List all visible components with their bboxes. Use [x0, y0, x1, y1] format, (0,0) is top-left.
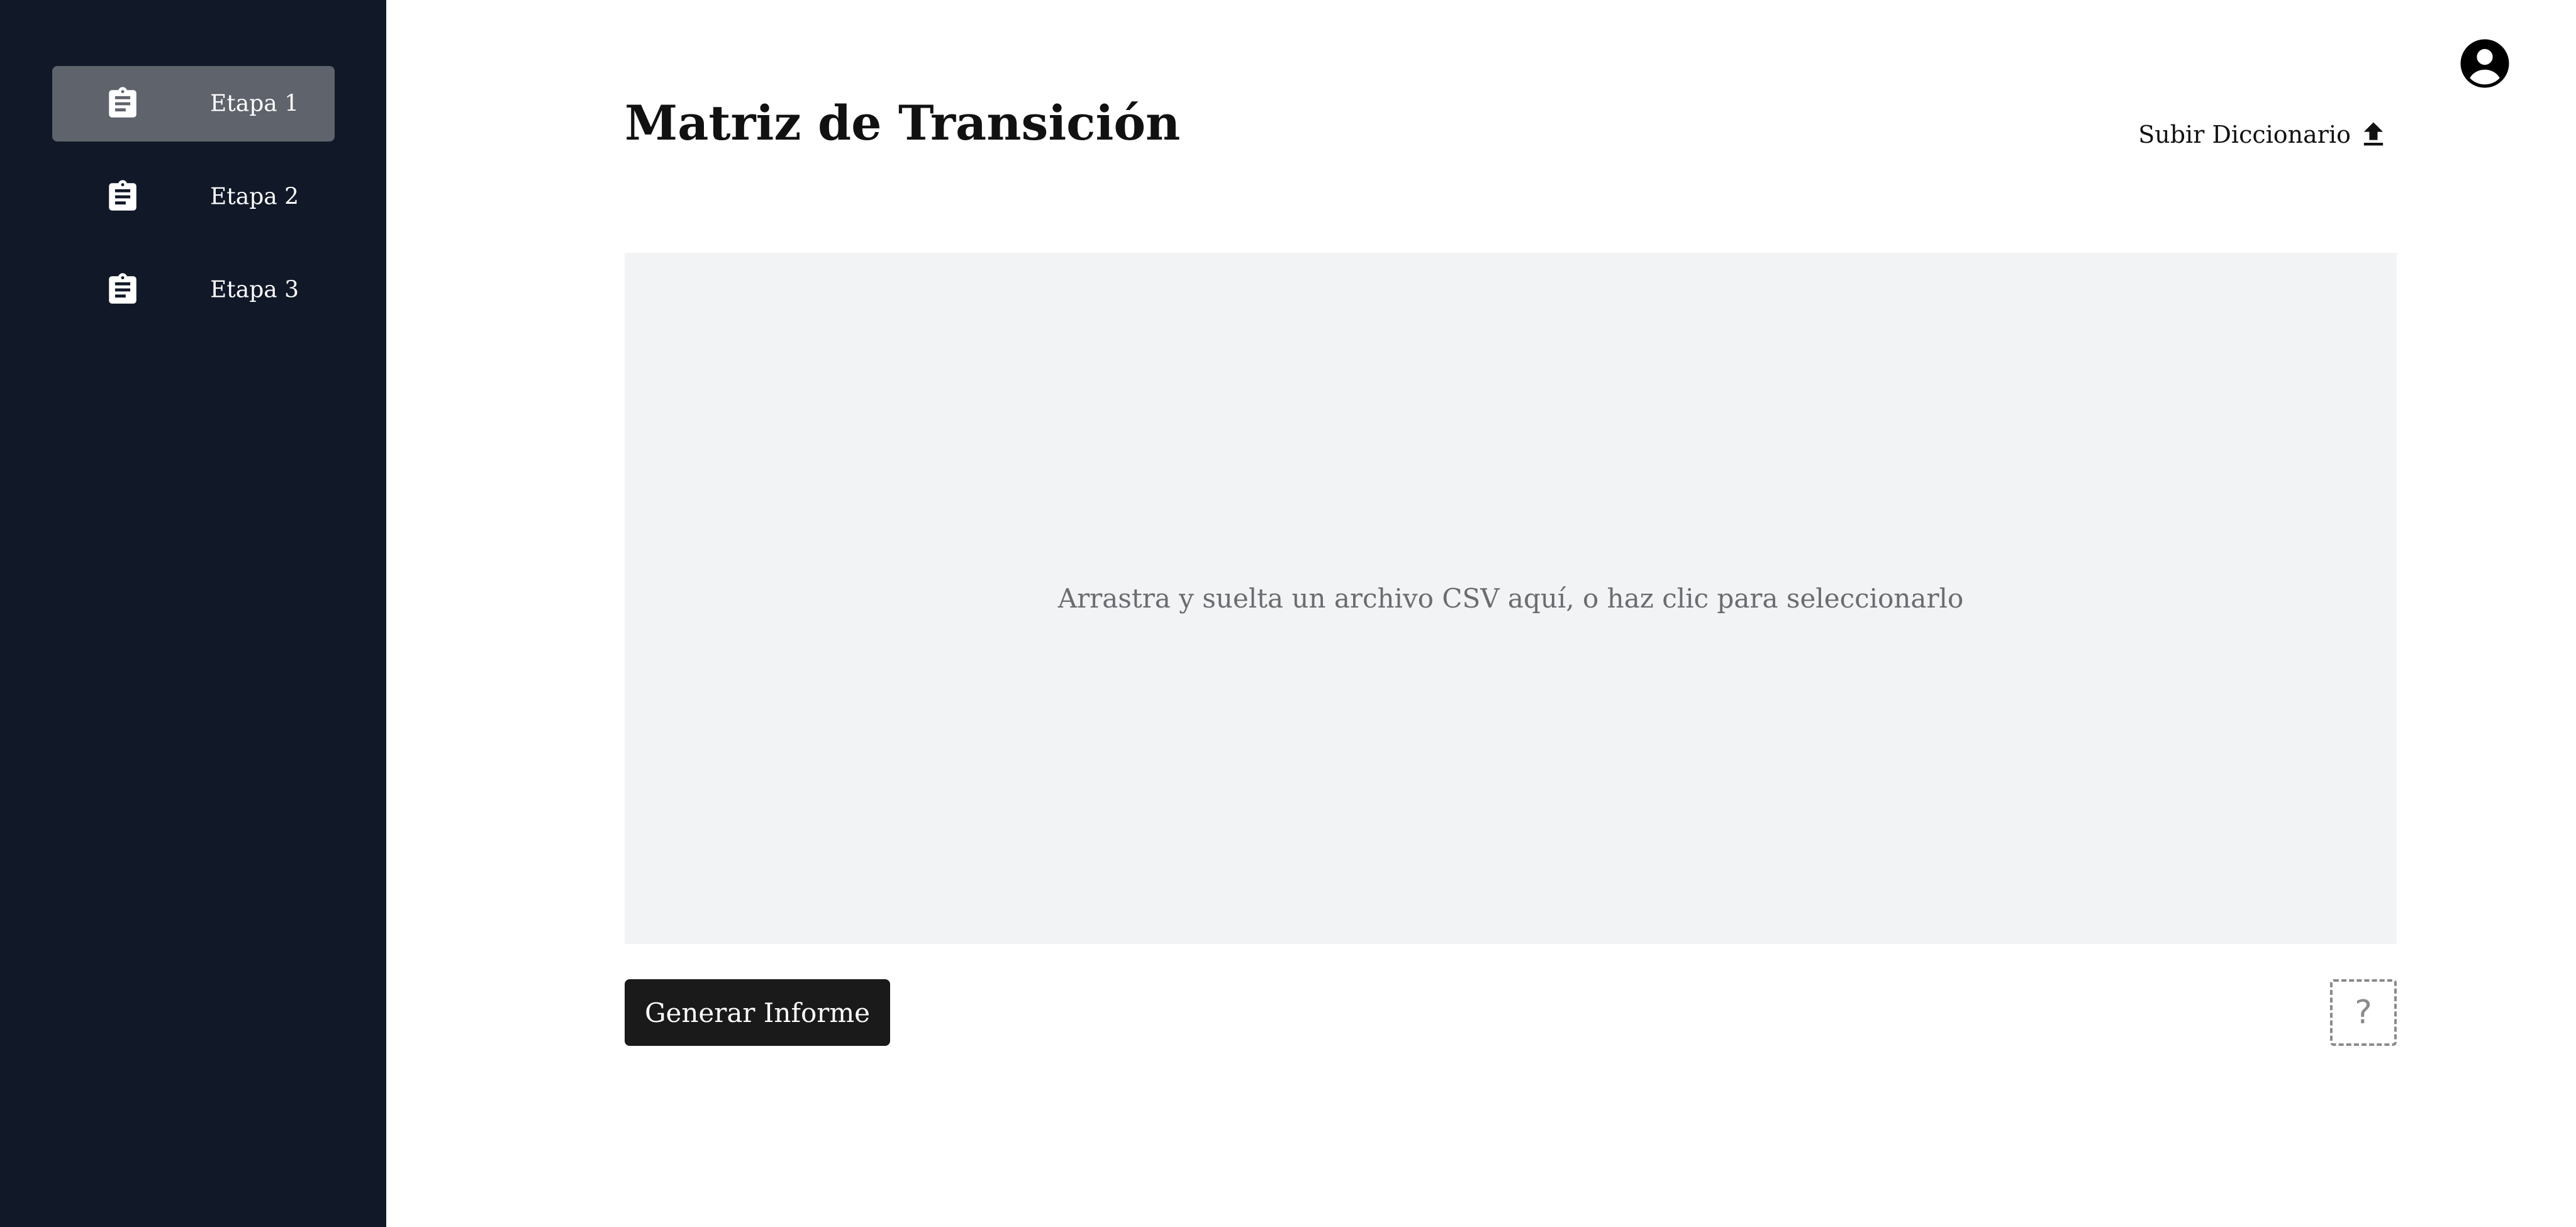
sidebar: Etapa 1 Etapa 2 Etapa 3	[0, 0, 386, 1227]
dropzone-instructions: Arrastra y suelta un archivo CSV aquí, o…	[1057, 583, 1964, 614]
sidebar-item-etapa-3[interactable]: Etapa 3	[52, 252, 335, 328]
upload-dictionary-button[interactable]: Subir Diccionario	[2138, 118, 2390, 151]
clipboard-icon	[109, 180, 137, 211]
user-circle-icon	[2460, 39, 2509, 88]
generate-report-button[interactable]: Generar Informe	[625, 979, 890, 1046]
page-title: Matriz de Transición	[625, 95, 1181, 151]
clipboard-icon	[109, 273, 137, 304]
upload-icon	[2363, 122, 2384, 146]
sidebar-item-etapa-1[interactable]: Etapa 1	[52, 66, 335, 142]
upload-dictionary-label: Subir Diccionario	[2138, 121, 2351, 148]
avatar[interactable]	[2458, 37, 2511, 90]
help-button[interactable]: ?	[2330, 979, 2397, 1046]
csv-dropzone[interactable]: Arrastra y suelta un archivo CSV aquí, o…	[625, 253, 2397, 944]
clipboard-icon	[109, 87, 137, 118]
sidebar-item-etapa-2[interactable]: Etapa 2	[52, 159, 335, 235]
app-root: Etapa 1 Etapa 2 Etapa 3 Matriz de Transi…	[0, 0, 2576, 1227]
sidebar-item-label: Etapa 2	[210, 184, 299, 210]
sidebar-item-label: Etapa 3	[210, 277, 299, 303]
sidebar-item-label: Etapa 1	[210, 91, 299, 117]
